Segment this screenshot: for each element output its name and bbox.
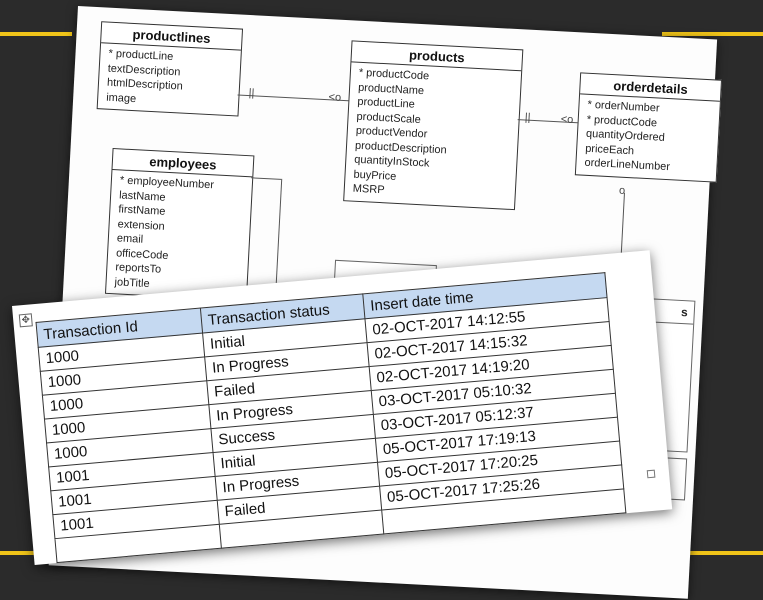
entity-employees: employees * employeeNumber lastName firs… — [104, 148, 255, 302]
relation-line — [251, 177, 282, 180]
accent-line-top-left — [0, 32, 72, 36]
entity-productlines: productlines * productLine textDescripti… — [96, 21, 244, 117]
crow-foot-mark: || — [248, 87, 255, 100]
resize-handle[interactable] — [646, 469, 656, 479]
crow-foot-mark: || — [524, 111, 531, 124]
entity-orderdetails: orderdetails * orderNumber * productCode… — [574, 72, 723, 183]
move-icon[interactable]: ✥ — [18, 313, 33, 328]
entity-products: products * productCode productName produ… — [343, 40, 524, 210]
transaction-table-sheet: ✥ Transaction Id Transaction status Inse… — [12, 250, 673, 566]
crow-foot-mark: <o — [328, 91, 342, 104]
crow-foot-mark: <o — [560, 113, 574, 127]
crow-foot-mark: o — [618, 184, 626, 197]
accent-line-bottom-right — [690, 551, 763, 555]
accent-line-top-right — [662, 32, 763, 36]
transaction-table: Transaction Id Transaction status Insert… — [35, 272, 626, 563]
